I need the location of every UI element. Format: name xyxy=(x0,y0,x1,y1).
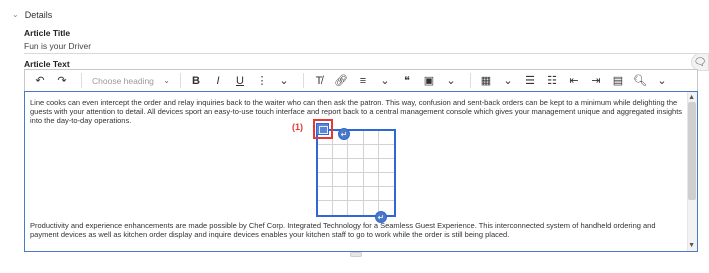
quote-icon[interactable]: ❝ xyxy=(398,71,416,90)
enter-icon: ↵ xyxy=(377,212,385,222)
table-cell[interactable] xyxy=(363,173,379,187)
remove-format-icon[interactable]: T̸ xyxy=(310,71,328,90)
table-cell[interactable] xyxy=(348,131,364,145)
paste-icon[interactable]: ▤ xyxy=(609,71,627,90)
numbered-list-icon[interactable]: ☷ xyxy=(543,71,561,90)
table-cell[interactable] xyxy=(318,173,334,187)
scroll-up-icon[interactable]: ▲ xyxy=(688,94,695,101)
table-cell[interactable] xyxy=(378,173,394,187)
toolbar-separator xyxy=(303,73,304,88)
indent-icon[interactable]: ⇥ xyxy=(587,71,605,90)
table-cell[interactable] xyxy=(318,145,334,159)
scrollbar-thumb[interactable] xyxy=(688,102,696,200)
editor-toolbar: ↶ ↷ Choose heading ⌄ B I U ⋮ ⌄ T̸ 🔗︎ ≡ ⌄… xyxy=(24,69,698,92)
table-insert-paragraph-handle-bottom[interactable]: ↵ xyxy=(375,211,387,223)
details-title: Details xyxy=(24,10,53,20)
italic-button[interactable]: I xyxy=(209,71,227,90)
table-cell[interactable] xyxy=(333,159,349,173)
table-cell[interactable] xyxy=(378,131,394,145)
details-section-header[interactable]: ⌄ Details xyxy=(12,9,53,21)
undo-icon[interactable]: ↶ xyxy=(31,71,49,90)
table-cell[interactable] xyxy=(363,131,379,145)
table-cell[interactable] xyxy=(363,187,379,201)
link-icon[interactable]: 🔗︎ xyxy=(332,71,350,90)
table-cell[interactable] xyxy=(348,187,364,201)
find-icon[interactable]: 🔍︎ xyxy=(631,71,649,90)
bold-button[interactable]: B xyxy=(187,71,205,90)
table-cell[interactable] xyxy=(318,159,334,173)
outdent-icon[interactable]: ⇤ xyxy=(565,71,583,90)
chevron-down-icon[interactable]: ⌄ xyxy=(653,71,671,90)
chevron-down-icon: ⌄ xyxy=(12,9,19,19)
enter-icon: ↵ xyxy=(340,129,348,139)
chevron-down-icon[interactable]: ⌄ xyxy=(499,71,517,90)
table-cell[interactable] xyxy=(363,145,379,159)
underline-button[interactable]: U xyxy=(231,71,249,90)
chevron-down-icon[interactable]: ⌄ xyxy=(376,71,394,90)
table-cell[interactable] xyxy=(378,187,394,201)
table-cell[interactable] xyxy=(348,159,364,173)
table-cell[interactable] xyxy=(363,159,379,173)
inserted-table[interactable] xyxy=(316,129,396,217)
table-cell[interactable] xyxy=(333,145,349,159)
heading-placeholder: Choose heading xyxy=(92,75,154,86)
table-icon[interactable]: ▦ xyxy=(477,71,495,90)
editor-paragraph-1[interactable]: Line cooks can even intercept the order … xyxy=(30,98,684,125)
table-cell[interactable] xyxy=(348,145,364,159)
table-cell[interactable] xyxy=(348,201,364,215)
table-cell[interactable] xyxy=(333,173,349,187)
chat-icon: 🗨 xyxy=(693,56,707,68)
table-insert-paragraph-handle-top[interactable]: ↵ xyxy=(338,128,350,140)
chevron-down-icon[interactable]: ⌄ xyxy=(275,71,293,90)
table-cell[interactable] xyxy=(333,187,349,201)
annotation-label: (1) xyxy=(292,122,303,132)
divider xyxy=(24,53,701,54)
editor-paragraph-2[interactable]: Productivity and experience enhancements… xyxy=(30,221,684,239)
toolbar-separator xyxy=(180,73,181,88)
scroll-down-icon[interactable]: ▼ xyxy=(688,242,695,249)
editor-resize-handle[interactable] xyxy=(350,252,362,257)
table-cell[interactable] xyxy=(318,201,334,215)
table-grid[interactable] xyxy=(318,131,394,215)
align-icon[interactable]: ≡ xyxy=(354,71,372,90)
table-cell[interactable] xyxy=(378,145,394,159)
table-cell[interactable] xyxy=(348,173,364,187)
bulleted-list-icon[interactable]: ☰ xyxy=(521,71,539,90)
media-icon[interactable]: ▣ xyxy=(420,71,438,90)
article-title-label: Article Title xyxy=(24,28,71,38)
heading-dropdown[interactable]: Choose heading ⌄ xyxy=(88,71,174,90)
more-text-styles-icon[interactable]: ⋮ xyxy=(253,71,271,90)
annotation-highlight-box xyxy=(313,119,333,139)
editor-scrollbar[interactable]: ▲ ▼ xyxy=(687,92,697,251)
article-title-value: Fun is your Driver xyxy=(24,41,92,51)
chevron-down-icon: ⌄ xyxy=(163,76,170,85)
redo-icon[interactable]: ↷ xyxy=(53,71,71,90)
table-cell[interactable] xyxy=(378,159,394,173)
table-cell[interactable] xyxy=(333,201,349,215)
toolbar-separator xyxy=(470,73,471,88)
table-cell[interactable] xyxy=(318,187,334,201)
chevron-down-icon[interactable]: ⌄ xyxy=(442,71,460,90)
article-text-label: Article Text xyxy=(24,59,70,69)
toolbar-separator xyxy=(81,73,82,88)
